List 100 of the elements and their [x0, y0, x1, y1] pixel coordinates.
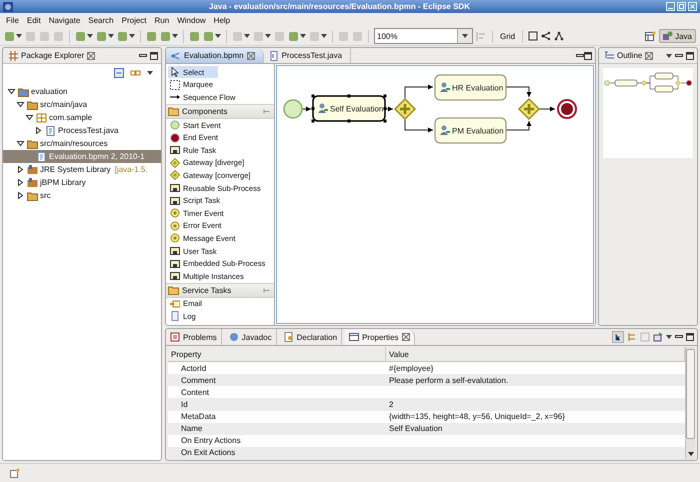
- collapse-all-icon[interactable]: [114, 68, 124, 78]
- menu-item[interactable]: File: [6, 16, 19, 24]
- maximize-icon[interactable]: [686, 333, 694, 341]
- task-box[interactable]: [312, 94, 386, 122]
- tree-item[interactable]: com.sample: [49, 113, 92, 122]
- collapse-arrow-icon[interactable]: [16, 140, 25, 147]
- marquee-icon: [170, 80, 180, 90]
- property-name: Content: [181, 388, 210, 397]
- open-perspective-icon[interactable]: [645, 30, 656, 42]
- expand-arrow-icon[interactable]: [34, 127, 43, 134]
- palette-drawer-header[interactable]: Service Tasks: [166, 282, 274, 298]
- expand-arrow-icon[interactable]: [16, 192, 25, 199]
- message-icon: [170, 233, 180, 244]
- caret-icon[interactable]: [147, 71, 153, 75]
- caret-icon[interactable]: [108, 34, 114, 38]
- parallel-gateway[interactable]: [394, 98, 416, 120]
- maximize-icon[interactable]: [150, 52, 158, 60]
- menu-item[interactable]: Navigate: [48, 16, 80, 24]
- collapse-arrow-icon[interactable]: [16, 101, 25, 108]
- folder-icon: [168, 286, 179, 294]
- caret-icon[interactable]: [87, 34, 93, 38]
- declaration-icon: [284, 332, 294, 342]
- tree-layout-icon[interactable]: [554, 31, 564, 41]
- tree-item[interactable]: evaluation: [31, 87, 68, 96]
- view-title[interactable]: Package Explorer: [21, 51, 84, 60]
- caret-icon[interactable]: [462, 34, 468, 38]
- close-icon[interactable]: [87, 52, 96, 60]
- caret-icon[interactable]: [215, 34, 221, 38]
- task-box[interactable]: [434, 118, 506, 144]
- caret-icon[interactable]: [666, 335, 672, 339]
- bpmn-icon: [171, 50, 181, 60]
- tree-item[interactable]: src/main/java: [40, 100, 88, 109]
- menu-item[interactable]: Edit: [26, 16, 41, 24]
- parallel-gateway[interactable]: [518, 98, 540, 120]
- column-header[interactable]: Property: [168, 347, 386, 361]
- task-box[interactable]: [434, 74, 506, 100]
- palette-drawer-header[interactable]: Components: [166, 104, 274, 119]
- maximize-icon[interactable]: [686, 52, 694, 60]
- collapse-arrow-icon[interactable]: [7, 88, 16, 95]
- caret-icon[interactable]: [172, 34, 178, 38]
- grid-button[interactable]: Grid: [498, 32, 518, 40]
- vertical-scrollbar[interactable]: [685, 347, 695, 459]
- end-event[interactable]: [557, 99, 577, 119]
- close-icon[interactable]: [402, 333, 410, 341]
- pin-view-icon[interactable]: [653, 332, 663, 342]
- scrollbar-thumb[interactable]: [686, 349, 695, 439]
- sequence-flow-arrow[interactable]: [384, 106, 394, 112]
- caret-icon[interactable]: [300, 34, 306, 38]
- minimize-icon[interactable]: [576, 52, 584, 60]
- close-icon[interactable]: [645, 52, 654, 60]
- caret-icon[interactable]: [244, 34, 250, 38]
- view-tab[interactable]: Properties: [345, 329, 415, 345]
- view-tab[interactable]: Declaration: [280, 329, 342, 345]
- property-value: {width=135, height=48, y=56, UniqueId=_2, x=96}: [389, 412, 565, 422]
- log-icon: [170, 311, 180, 322]
- categories-icon[interactable]: [612, 331, 624, 343]
- tree-item[interactable]: src: [40, 191, 51, 200]
- sequence-flow-arrow[interactable]: [404, 118, 434, 132]
- expand-arrow-icon[interactable]: [16, 179, 25, 186]
- minimize-icon[interactable]: [675, 333, 683, 341]
- sequence-flow-arrow[interactable]: [506, 86, 532, 98]
- start-event[interactable]: [283, 99, 303, 119]
- sequence-flow-arrow[interactable]: [404, 84, 434, 100]
- tree-item[interactable]: JRE System Library: [40, 165, 111, 174]
- minimize-icon[interactable]: [675, 52, 683, 60]
- connection-icon[interactable]: [541, 31, 552, 41]
- caret-icon[interactable]: [265, 34, 271, 38]
- property-value: 2: [389, 400, 394, 409]
- caret-icon[interactable]: [666, 54, 672, 58]
- tree-item[interactable]: jBPM Library: [40, 178, 86, 187]
- collapse-arrow-icon[interactable]: [25, 114, 34, 121]
- perspective-button[interactable]: Java: [659, 29, 696, 43]
- fast-view-icon[interactable]: [10, 468, 20, 478]
- menu-item[interactable]: Window: [177, 16, 206, 24]
- view-title[interactable]: Outline: [617, 51, 642, 60]
- menu-item[interactable]: Run: [154, 16, 170, 24]
- menu-item[interactable]: Project: [122, 16, 147, 24]
- expand-arrow-icon[interactable]: [16, 166, 25, 173]
- sequence-flow-arrow[interactable]: [302, 106, 312, 112]
- marquee-icon[interactable]: [528, 31, 538, 41]
- tree-item[interactable]: ProcessTest.java: [58, 126, 118, 135]
- view-tab[interactable]: Problems: [166, 329, 222, 345]
- caret-icon[interactable]: [16, 34, 22, 38]
- view-tab[interactable]: Javadoc: [224, 329, 277, 345]
- editor-tab[interactable]: Evaluation.bpmn: [166, 48, 264, 63]
- minimize-icon[interactable]: [139, 52, 147, 60]
- tree-item[interactable]: src/main/resources: [40, 139, 108, 148]
- link-with-editor-icon[interactable]: [130, 68, 141, 78]
- menu-item[interactable]: Search: [88, 16, 114, 24]
- maximize-icon[interactable]: [584, 52, 592, 60]
- zoom-combo[interactable]: 100%: [374, 28, 473, 44]
- menu-item[interactable]: Help: [214, 16, 230, 24]
- caret-icon[interactable]: [129, 34, 135, 38]
- sequence-flow-arrow[interactable]: [538, 106, 556, 112]
- scroll-down-icon[interactable]: [686, 451, 694, 457]
- close-icon[interactable]: [246, 52, 255, 60]
- task-label: Self Evaluation: [330, 104, 384, 114]
- editor-tab[interactable]: ProcessTest.java: [264, 48, 352, 63]
- sequence-flow-arrow[interactable]: [506, 120, 532, 130]
- caret-icon[interactable]: [321, 34, 327, 38]
